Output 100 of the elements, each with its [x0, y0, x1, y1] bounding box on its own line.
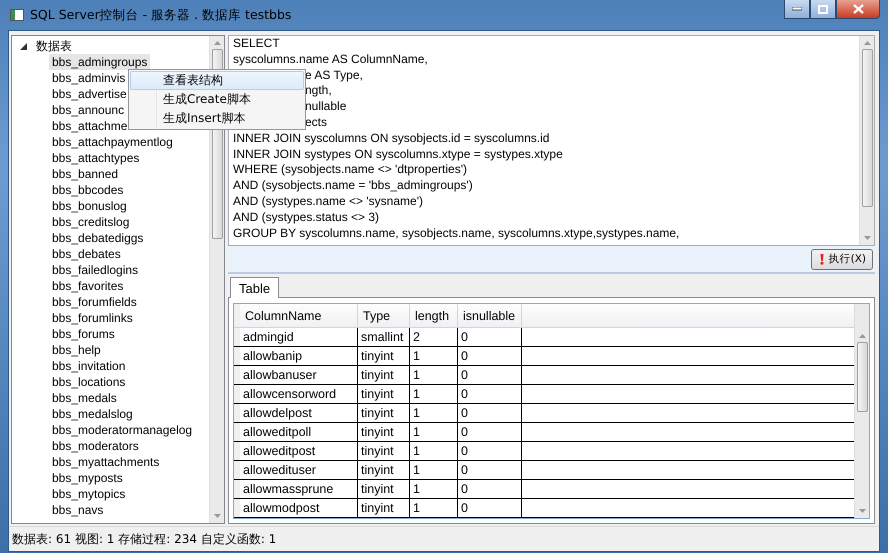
table-cell: admingid: [240, 328, 358, 346]
scrollbar[interactable]: [859, 36, 874, 245]
tree-item[interactable]: bbs_medals: [49, 390, 120, 406]
table-cell: 1: [410, 480, 458, 498]
tree-item[interactable]: bbs_failedlogins: [49, 262, 142, 278]
table-cell: 0: [458, 366, 522, 384]
code-line: AND (systypes.status <> 3): [233, 210, 380, 226]
table-cell: 0: [458, 404, 522, 422]
scroll-down-icon[interactable]: [858, 509, 866, 513]
scrollbar[interactable]: [854, 304, 869, 518]
tree-item[interactable]: bbs_forumfields: [49, 294, 140, 310]
tree-item[interactable]: bbs_moderators: [49, 438, 142, 454]
menu-item[interactable]: 生成Insert脚本: [130, 109, 304, 128]
table-cell: allowedituser: [240, 461, 358, 479]
scroll-up-icon[interactable]: [214, 41, 220, 45]
table-cell: 1: [410, 366, 458, 384]
expand-arrow-icon[interactable]: [20, 42, 27, 50]
table-cell: allowmassprune: [240, 480, 358, 498]
menu-item[interactable]: 查看表结构: [130, 71, 304, 90]
table-cell: tinyint: [358, 461, 410, 479]
tree-item[interactable]: bbs_forums: [49, 326, 118, 342]
tree-item[interactable]: bbs_attachme: [49, 118, 130, 134]
tree-item[interactable]: bbs_debatediggs: [49, 230, 146, 246]
table-cell: smallint: [358, 328, 410, 346]
scroll-down-icon[interactable]: [214, 514, 220, 518]
table-cell: 1: [410, 347, 458, 365]
minimize-button[interactable]: [784, 0, 810, 19]
tree-item[interactable]: bbs_moderatormanagelog: [49, 422, 196, 438]
tree-item[interactable]: bbs_invitation: [49, 358, 128, 374]
table-cell: tinyint: [358, 480, 410, 498]
code-line: INNER JOIN syscolumns ON sysobjects.id = syscolumns.id: [233, 130, 550, 147]
tree-item[interactable]: bbs_debates: [49, 246, 124, 262]
code-line: AND (sysobjects.name = 'bbs_admingroups'): [233, 178, 473, 194]
tree-item[interactable]: bbs_bbcodes: [49, 182, 126, 198]
tree-item[interactable]: bbs_announc: [49, 102, 128, 118]
scroll-up-icon[interactable]: [864, 41, 870, 45]
row-header-corner: [234, 304, 240, 327]
table-cell: allowcensorword: [240, 385, 358, 403]
tree-item[interactable]: bbs_navs: [49, 502, 106, 518]
table-cell: tinyint: [358, 366, 410, 384]
code-line: AND (systypes.name <> 'sysname'): [233, 194, 423, 210]
tab[interactable]: Table: [230, 277, 280, 298]
close-icon: [852, 4, 864, 14]
exclamation-icon: [820, 254, 824, 264]
table-cell: 1: [410, 404, 458, 422]
table-cell: 0: [458, 328, 522, 346]
tree-item[interactable]: bbs_admingroups: [49, 54, 150, 70]
window-title: SQL Server控制台 - 服务器 . 数据库 testbbs: [30, 6, 292, 24]
table-cell: 1: [410, 385, 458, 403]
scrollbar-thumb[interactable]: [856, 342, 868, 412]
minimize-icon: [792, 7, 802, 11]
tree-item[interactable]: bbs_banned: [49, 166, 122, 182]
column-header[interactable]: length: [410, 304, 458, 327]
tree-item[interactable]: bbs_forumlinks: [49, 310, 136, 326]
table-cell: 1: [410, 499, 458, 517]
code-line: GROUP BY syscolumns.name, sysobjects.name, syscolumns.xtype,systypes.name,: [233, 226, 680, 242]
execute-button[interactable]: 执行(X): [810, 248, 873, 270]
code-line: nullable: [305, 99, 346, 115]
tree-node[interactable]: 数据表: [33, 38, 75, 54]
tree-item[interactable]: bbs_attachpaymentlog: [49, 134, 176, 150]
table-cell: tinyint: [358, 423, 410, 441]
column-header[interactable]: isnullable: [458, 304, 522, 327]
table-cell: 0: [458, 461, 522, 479]
tree-item[interactable]: bbs_myposts: [49, 470, 126, 486]
tree-item[interactable]: bbs_favorites: [49, 278, 126, 294]
table-cell: 0: [458, 499, 522, 517]
table-cell: tinyint: [358, 404, 410, 422]
table-cell: tinyint: [358, 442, 410, 460]
menu-item[interactable]: 生成Create脚本: [130, 90, 304, 109]
tree-item[interactable]: bbs_creditslog: [49, 214, 132, 230]
tree-item[interactable]: bbs_attachtypes: [49, 150, 142, 166]
tree-item[interactable]: bbs_adminvis: [49, 70, 128, 86]
code-line: syscolumns.name AS ColumnName,: [233, 52, 428, 68]
tree-item[interactable]: bbs_myattachments: [49, 454, 162, 470]
scrollbar-thumb[interactable]: [862, 49, 872, 207]
table-cell: tinyint: [358, 385, 410, 403]
code-line: ects: [305, 114, 328, 131]
status-text: 数据表: 61 视图: 1 存储过程: 234 自定义函数: 1: [12, 530, 276, 548]
table-cell: 0: [458, 347, 522, 365]
code-line: INNER JOIN systypes ON syscolumns.xtype = systypes.xtype: [233, 146, 563, 162]
table-cell: 1: [410, 423, 458, 441]
table-cell: allowbanuser: [240, 366, 358, 384]
table-cell: alloweditpoll: [240, 423, 358, 441]
column-header[interactable]: ColumnName: [240, 304, 358, 327]
tree-item[interactable]: bbs_medalslog: [49, 406, 136, 422]
table-cell: tinyint: [358, 347, 410, 365]
tree-item[interactable]: bbs_mytopics: [49, 486, 128, 502]
tree-item[interactable]: bbs_bonuslog: [49, 198, 130, 214]
scroll-up-icon[interactable]: [858, 334, 866, 338]
close-button[interactable]: [836, 0, 880, 19]
tree-item[interactable]: bbs_help: [49, 342, 104, 358]
code-line: WHERE (sysobjects.name <> 'dtproperties'): [233, 162, 467, 178]
maximize-button[interactable]: [810, 0, 836, 19]
tree-item[interactable]: bbs_advertise: [49, 86, 130, 102]
tree-item[interactable]: bbs_locations: [49, 374, 128, 390]
column-header[interactable]: Type: [358, 304, 410, 327]
table-cell: allowdelpost: [240, 404, 358, 422]
scroll-down-icon[interactable]: [864, 236, 870, 240]
table-cell: 2: [410, 328, 458, 346]
table-cell: 1: [410, 442, 458, 460]
